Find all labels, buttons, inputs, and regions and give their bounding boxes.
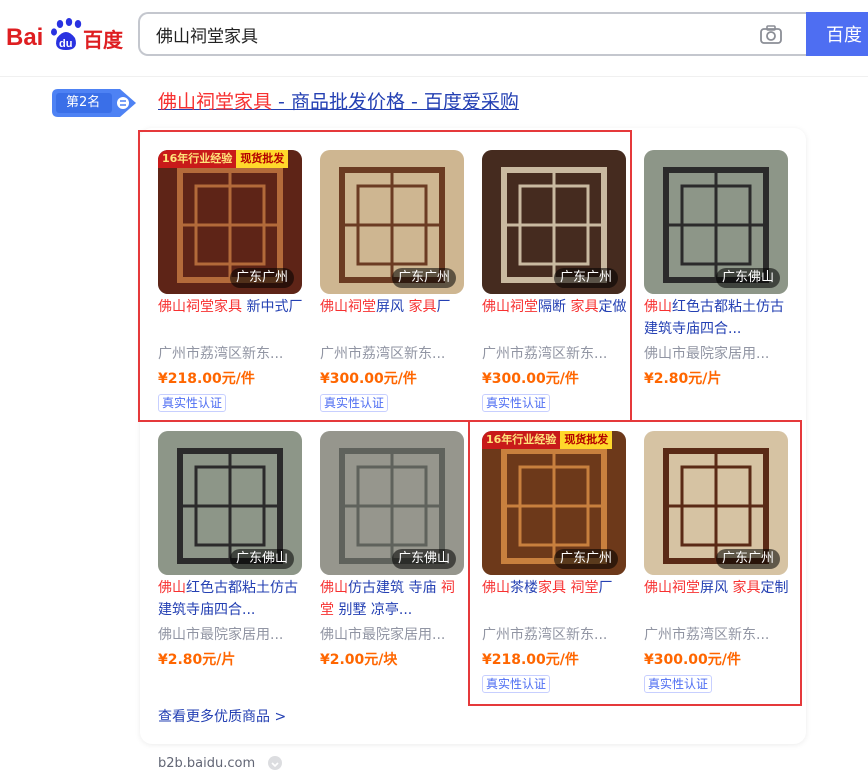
highlight-box-bottom [468, 420, 802, 706]
logo-paw-text: du [59, 38, 72, 50]
search-box [138, 12, 806, 56]
chevron-down-icon[interactable] [268, 756, 282, 770]
title-keyword: 佛山 [644, 299, 672, 315]
title-text: 别墅 凉亭... [334, 602, 413, 618]
header: Bai du 百度 百度 [0, 0, 868, 76]
product-title[interactable]: 佛山仿古建筑 寺庙 祠堂 别墅 凉亭... [320, 577, 468, 621]
logo-text-left: Bai [6, 24, 43, 51]
title-keyword: 佛山 [158, 580, 186, 596]
product-address: 佛山市最院家居用... [644, 346, 770, 362]
product-price: ¥2.80元/片 [158, 652, 236, 668]
result-title-highlight: 佛山祠堂家具 [158, 91, 273, 113]
baidu-logo[interactable]: Bai du 百度 [6, 14, 124, 56]
product-image[interactable]: 广东佛山 [158, 431, 302, 575]
result-title-link[interactable]: 佛山祠堂家具 - 商品批发价格 - 百度爱采购 [158, 89, 519, 115]
camera-icon[interactable] [758, 22, 784, 48]
title-keyword: 佛山 [320, 580, 348, 596]
product-title[interactable]: 佛山红色古都粘土仿古建筑寺庙四合... [158, 577, 306, 621]
product-title[interactable]: 佛山红色古都粘土仿古建筑寺庙四合... [644, 296, 792, 340]
rank-badge-icon [117, 97, 129, 109]
title-text: 仿古建筑 寺庙 [348, 580, 441, 596]
product-price: ¥2.80元/片 [644, 371, 722, 387]
region-tag: 广东佛山 [229, 549, 294, 569]
product-image[interactable]: 广东佛山 [320, 431, 464, 575]
result-title-rest: - 商品批发价格 - 百度爱采购 [272, 91, 519, 113]
product-price: ¥2.00元/块 [320, 652, 398, 668]
search-button[interactable]: 百度 [806, 12, 868, 56]
region-tag: 广东佛山 [391, 549, 456, 569]
rank-text: 第2名 [66, 95, 101, 110]
product-image[interactable]: 广东佛山 [644, 150, 788, 294]
product-address: 佛山市最院家居用... [158, 627, 284, 643]
product-address: 佛山市最院家居用... [320, 627, 446, 643]
logo-text-right: 百度 [83, 28, 124, 52]
header-divider [0, 76, 868, 77]
more-products-link[interactable]: 查看更多优质商品 > [158, 706, 286, 728]
region-tag: 广东佛山 [715, 268, 780, 288]
search-input[interactable] [156, 22, 716, 46]
source-url[interactable]: b2b.baidu.com [158, 754, 255, 774]
rank-badge: 第2名 [52, 89, 138, 117]
highlight-box-top [138, 130, 632, 422]
